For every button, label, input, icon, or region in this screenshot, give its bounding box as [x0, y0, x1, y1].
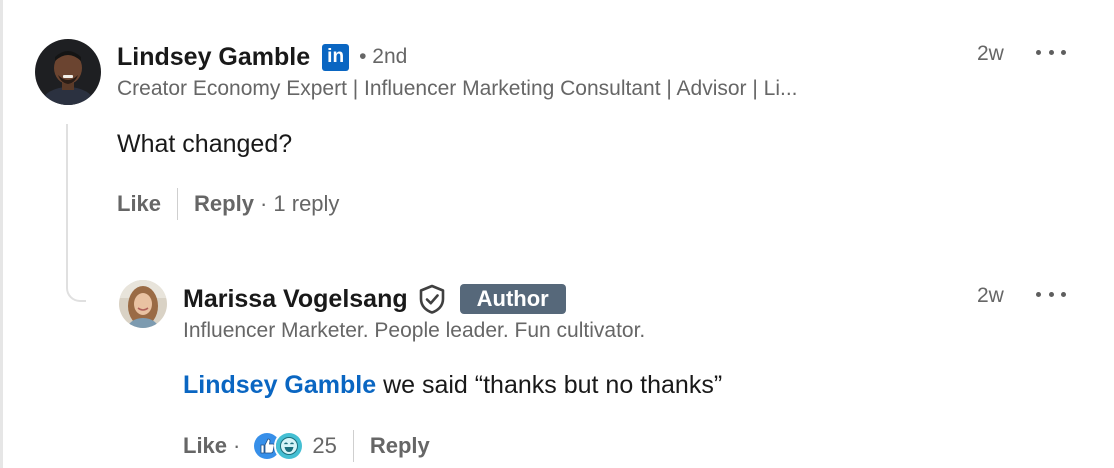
- commenter-name[interactable]: Lindsey Gamble: [117, 43, 310, 72]
- reactions-summary[interactable]: [252, 431, 305, 461]
- connection-degree: • 2nd: [359, 45, 408, 68]
- replier-header: Marissa Vogelsang Author: [183, 282, 566, 316]
- author-badge: Author: [459, 284, 566, 314]
- action-separator: ·: [233, 433, 241, 458]
- reply-timestamp[interactable]: 2w: [977, 284, 1004, 308]
- commenter-avatar[interactable]: [35, 39, 101, 105]
- reply-reply-button[interactable]: Reply: [370, 433, 430, 459]
- comment-timestamp[interactable]: 2w: [977, 42, 1004, 66]
- commenter-headline: Creator Economy Expert | Influencer Mark…: [117, 77, 798, 100]
- thread-connector: [66, 124, 86, 302]
- reply-like-button[interactable]: Like: [183, 433, 227, 459]
- action-divider: [352, 430, 354, 462]
- more-options-icon[interactable]: [1036, 286, 1066, 302]
- like-button[interactable]: Like: [117, 191, 161, 217]
- comment-actions: Like Reply · 1 reply: [117, 187, 345, 221]
- reply-button[interactable]: Reply: [194, 191, 254, 217]
- comment-text: What changed?: [117, 130, 293, 158]
- reply-actions: Like · 25 Reply: [183, 429, 430, 463]
- reaction-count[interactable]: 25: [312, 433, 336, 459]
- reply-body: we said “thanks but no thanks”: [376, 371, 723, 399]
- action-divider: [177, 188, 179, 220]
- mention-link[interactable]: Lindsey Gamble: [183, 371, 376, 399]
- verified-shield-icon: [418, 284, 446, 314]
- replier-headline: Influencer Marketer. People leader. Fun …: [183, 319, 646, 342]
- more-options-icon[interactable]: [1036, 44, 1066, 60]
- replier-avatar[interactable]: [119, 280, 167, 328]
- replier-name[interactable]: Marissa Vogelsang: [183, 285, 408, 314]
- replies-count[interactable]: · 1 reply: [260, 191, 339, 217]
- left-border: [0, 0, 3, 468]
- reply-text: Lindsey Gamble we said “thanks but no th…: [183, 371, 722, 400]
- commenter-header: Lindsey Gamble in • 2nd: [117, 40, 407, 74]
- funny-reaction-icon: [274, 431, 305, 461]
- linkedin-icon: in: [322, 43, 350, 71]
